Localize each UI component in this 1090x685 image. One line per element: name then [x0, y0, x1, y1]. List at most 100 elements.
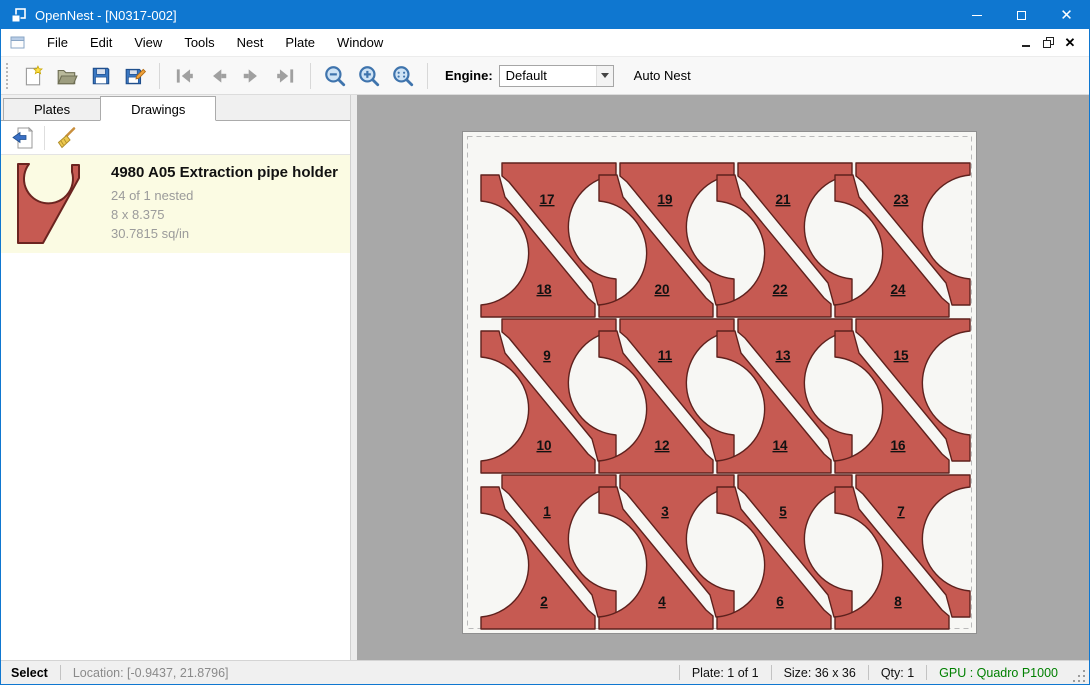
part-label-9: 9 [543, 348, 551, 363]
tab-drawings[interactable]: Drawings [100, 96, 216, 121]
zoom-fit-icon [391, 64, 415, 88]
part-label-7: 7 [897, 504, 905, 519]
previous-plate-button[interactable] [201, 61, 235, 91]
next-plate-icon [241, 65, 263, 87]
maximize-button[interactable] [999, 1, 1044, 29]
close-icon: ✕ [1060, 6, 1073, 24]
document-window-icon[interactable] [10, 35, 26, 50]
mdi-minimize-button[interactable] [1015, 33, 1037, 53]
nest-canvas[interactable]: 171819202122232491011121314151612345678 [357, 95, 1089, 660]
status-location: Location: [-0.9437, 21.8796] [61, 666, 241, 680]
part-label-23: 23 [893, 192, 909, 207]
minimize-icon [972, 15, 982, 16]
part-label-6: 6 [776, 594, 784, 609]
status-mode: Select [1, 666, 60, 680]
save-as-icon [124, 65, 146, 87]
menu-item-file[interactable]: File [36, 31, 79, 54]
drawings-toolbar [1, 121, 350, 155]
import-drawing-icon [11, 126, 35, 150]
close-button[interactable]: ✕ [1044, 1, 1089, 29]
part-label-13: 13 [775, 348, 791, 363]
drawing-nested-count: 24 of 1 nested [111, 186, 338, 205]
first-plate-icon [173, 65, 195, 87]
app-window: OpenNest - [N0317-002] ✕ FileEditViewToo… [0, 0, 1090, 685]
status-gpu: GPU : Quadro P1000 [927, 666, 1070, 680]
mdi-close-icon: ✕ [1065, 35, 1076, 51]
maximize-icon [1017, 11, 1026, 20]
auto-nest-button[interactable]: Auto Nest [628, 64, 697, 87]
part-label-21: 21 [775, 192, 791, 207]
toolbar-separator [159, 63, 160, 89]
part-label-20: 20 [654, 282, 669, 297]
first-plate-button[interactable] [167, 61, 201, 91]
status-plate: Plate: 1 of 1 [680, 666, 771, 680]
drawing-dimensions: 8 x 8.375 [111, 205, 338, 224]
toolbar-separator [310, 63, 311, 89]
menu-item-edit[interactable]: Edit [79, 31, 123, 54]
engine-label: Engine: [445, 68, 493, 83]
zoom-in-icon [357, 64, 381, 88]
import-drawing-button[interactable] [7, 124, 39, 152]
part-label-8: 8 [894, 594, 902, 609]
menu-item-tools[interactable]: Tools [173, 31, 225, 54]
part-label-10: 10 [536, 438, 551, 453]
part-label-18: 18 [536, 282, 552, 297]
part-label-17: 17 [539, 192, 554, 207]
combo-dropdown[interactable] [596, 66, 613, 86]
minimize-button[interactable] [954, 1, 999, 29]
toolbar-separator [44, 126, 45, 150]
new-button[interactable] [16, 61, 50, 91]
last-plate-button[interactable] [269, 61, 303, 91]
engine-select[interactable]: Default [499, 65, 614, 87]
main-toolbar: Engine: Default Auto Nest [1, 57, 1089, 95]
zoom-in-button[interactable] [352, 61, 386, 91]
last-plate-icon [275, 65, 297, 87]
window-title: OpenNest - [N0317-002] [35, 8, 177, 23]
main-area: Plates Drawings [1, 95, 1089, 660]
tab-strip: Plates Drawings [1, 95, 350, 121]
part-label-1: 1 [543, 504, 551, 519]
menu-item-plate[interactable]: Plate [274, 31, 326, 54]
menu-item-window[interactable]: Window [326, 31, 394, 54]
zoom-fit-button[interactable] [386, 61, 420, 91]
save-as-button[interactable] [118, 61, 152, 91]
plate-svg: 171819202122232491011121314151612345678 [462, 131, 977, 634]
toolbar-grip[interactable] [6, 63, 11, 89]
part-label-22: 22 [772, 282, 787, 297]
drawing-list-item[interactable]: 4980 A05 Extraction pipe holder 24 of 1 … [1, 155, 350, 253]
part-label-3: 3 [661, 504, 669, 519]
tab-plates[interactable]: Plates [3, 98, 101, 120]
status-qty: Qty: 1 [869, 666, 926, 680]
part-label-11: 11 [658, 348, 673, 363]
save-button[interactable] [84, 61, 118, 91]
part-label-5: 5 [779, 504, 787, 519]
status-size: Size: 36 x 36 [772, 666, 868, 680]
mdi-window-controls: ✕ [1015, 33, 1089, 53]
mdi-restore-button[interactable] [1037, 33, 1059, 53]
part-label-14: 14 [772, 438, 788, 453]
open-icon [56, 65, 78, 87]
save-icon [90, 65, 112, 87]
clean-button[interactable] [50, 124, 82, 152]
part-label-24: 24 [890, 282, 906, 297]
next-plate-button[interactable] [235, 61, 269, 91]
mdi-minimize-icon [1022, 45, 1030, 47]
sidebar: Plates Drawings [1, 95, 351, 660]
title-bar: OpenNest - [N0317-002] ✕ [1, 1, 1089, 29]
chevron-down-icon [601, 73, 609, 78]
open-button[interactable] [50, 61, 84, 91]
drawing-title: 4980 A05 Extraction pipe holder [111, 164, 338, 181]
clean-broom-icon [54, 126, 78, 150]
menu-item-nest[interactable]: Nest [226, 31, 275, 54]
menu-item-view[interactable]: View [123, 31, 173, 54]
mdi-close-button[interactable]: ✕ [1059, 33, 1081, 53]
resize-grip[interactable] [1072, 669, 1086, 683]
engine-value: Default [500, 68, 596, 83]
part-label-4: 4 [658, 594, 666, 609]
zoom-out-button[interactable] [318, 61, 352, 91]
status-bar: Select Location: [-0.9437, 21.8796] Plat… [1, 660, 1089, 684]
new-icon [22, 65, 44, 87]
part-label-15: 15 [893, 348, 909, 363]
previous-plate-icon [207, 65, 229, 87]
part-label-16: 16 [890, 438, 906, 453]
